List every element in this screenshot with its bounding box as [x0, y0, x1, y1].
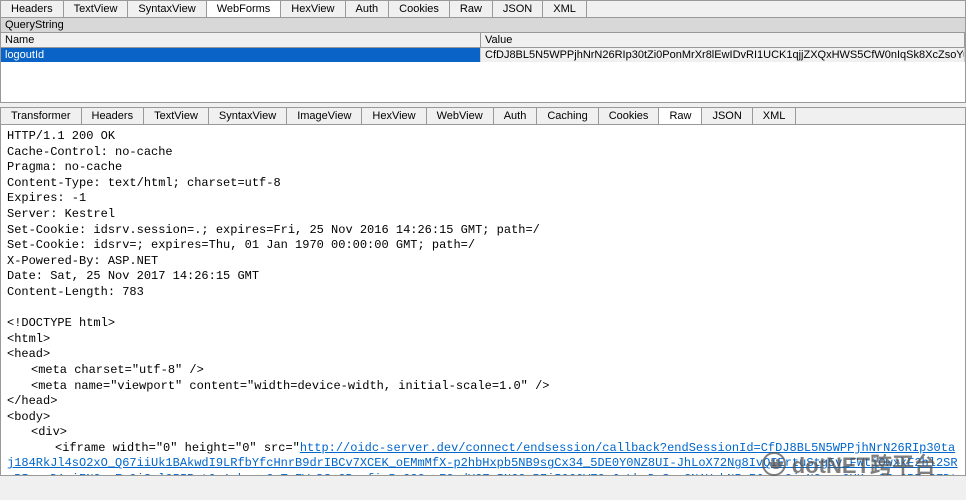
tab-caching[interactable]: Caching	[537, 108, 598, 124]
tab-resp-auth[interactable]: Auth	[494, 108, 538, 124]
wechat-icon	[762, 452, 786, 476]
tab-auth[interactable]: Auth	[346, 1, 390, 17]
tab-resp-raw[interactable]: Raw	[659, 108, 702, 124]
watermark: dotNET跨平台	[762, 448, 936, 480]
tab-resp-headers[interactable]: Headers	[82, 108, 145, 124]
response-panel: Transformer Headers TextView SyntaxView …	[0, 107, 966, 476]
tab-webforms[interactable]: WebForms	[207, 1, 282, 17]
tab-xml[interactable]: XML	[543, 1, 587, 17]
tab-textview[interactable]: TextView	[64, 1, 129, 17]
raw-response-text[interactable]: HTTP/1.1 200 OK Cache-Control: no-cache …	[1, 125, 965, 475]
tab-resp-syntaxview[interactable]: SyntaxView	[209, 108, 287, 124]
column-header-value[interactable]: Value	[481, 33, 965, 47]
tab-resp-json[interactable]: JSON	[702, 108, 752, 124]
tab-resp-xml[interactable]: XML	[753, 108, 797, 124]
tab-resp-hexview[interactable]: HexView	[362, 108, 426, 124]
cell-name: logoutId	[1, 48, 481, 62]
cell-value: CfDJ8BL5N5WPPjhNrN26RIp30tZi0PonMrXr8lEw…	[481, 48, 965, 62]
tab-hexview[interactable]: HexView	[281, 1, 345, 17]
tab-resp-cookies[interactable]: Cookies	[599, 108, 660, 124]
watermark-text: dotNET跨平台	[792, 448, 936, 480]
tab-imageview[interactable]: ImageView	[287, 108, 362, 124]
tab-headers[interactable]: Headers	[1, 1, 64, 17]
column-header-name[interactable]: Name	[1, 33, 481, 47]
response-tabs: Transformer Headers TextView SyntaxView …	[1, 108, 965, 125]
tab-webview[interactable]: WebView	[427, 108, 494, 124]
tab-cookies[interactable]: Cookies	[389, 1, 450, 17]
tab-syntaxview[interactable]: SyntaxView	[128, 1, 206, 17]
tab-json[interactable]: JSON	[493, 1, 543, 17]
querystring-grid: Name Value logoutId CfDJ8BL5N5WPPjhNrN26…	[1, 33, 965, 102]
table-row[interactable]: logoutId CfDJ8BL5N5WPPjhNrN26RIp30tZi0Po…	[1, 48, 965, 62]
querystring-group-label: QueryString	[1, 18, 965, 33]
tab-raw[interactable]: Raw	[450, 1, 493, 17]
tab-resp-textview[interactable]: TextView	[144, 108, 209, 124]
request-panel: Headers TextView SyntaxView WebForms Hex…	[0, 0, 966, 103]
grid-header-row: Name Value	[1, 33, 965, 48]
request-tabs: Headers TextView SyntaxView WebForms Hex…	[1, 1, 965, 18]
grid-empty-area	[1, 62, 965, 102]
tab-transformer[interactable]: Transformer	[1, 108, 82, 124]
